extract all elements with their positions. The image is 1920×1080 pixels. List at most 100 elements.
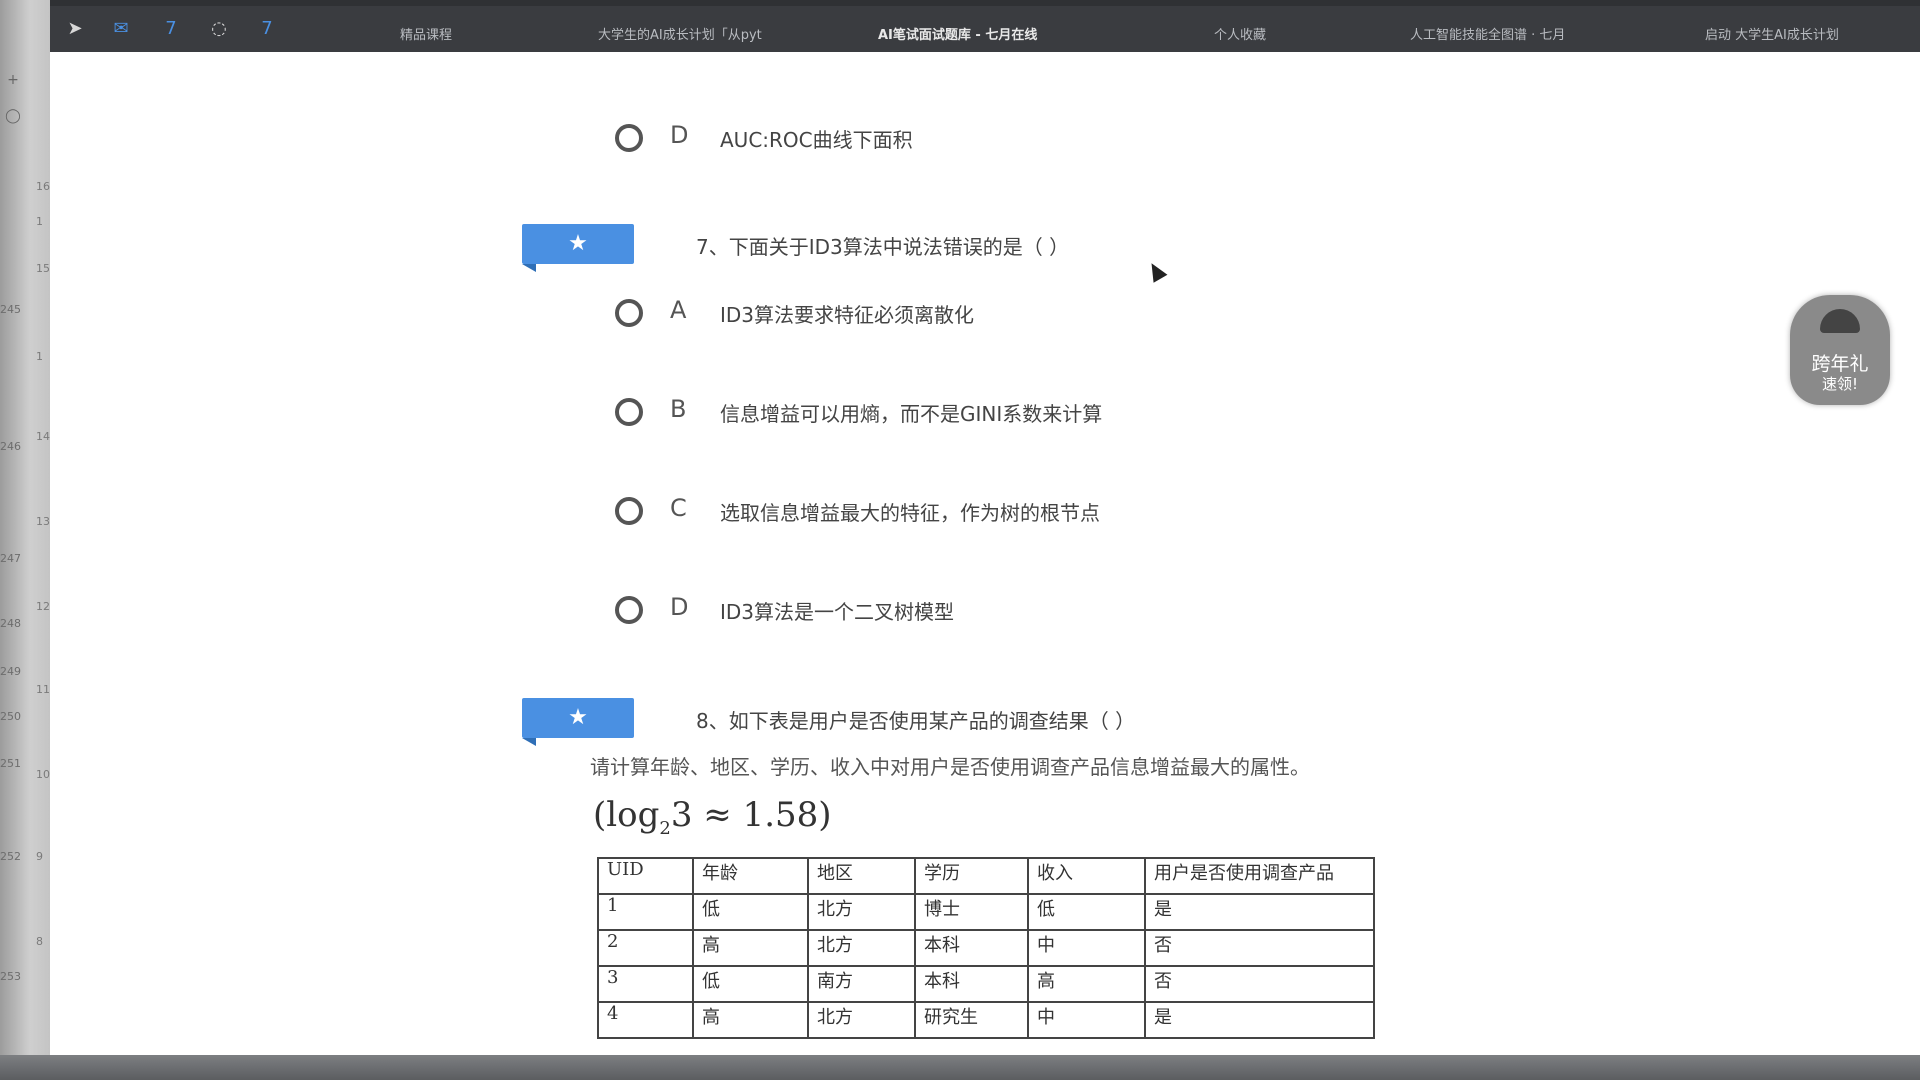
option-letter: D [670, 593, 689, 621]
q7-option-d[interactable]: D ID3算法是一个二叉树模型 [615, 593, 1315, 627]
mascot-icon [1820, 309, 1860, 333]
option-letter: D [670, 121, 689, 149]
ruler-number: 253 [0, 970, 21, 983]
ruler-number: 249 [0, 665, 21, 678]
radio-button[interactable] [615, 398, 643, 426]
bookmark-item[interactable]: 大学生的AI成长计划「从pyt [598, 24, 762, 43]
q6-option-d[interactable]: D AUC:ROC曲线下面积 [615, 121, 1115, 155]
promo-line-1: 跨年礼 [1811, 353, 1869, 375]
bookmark-item[interactable]: 人工智能技能全图谱 · 七月 [1410, 24, 1565, 43]
q7-option-b[interactable]: B 信息增益可以用熵，而不是GINI系数来计算 [615, 395, 1315, 429]
bookmark-item[interactable]: 个人收藏 [1214, 24, 1266, 43]
option-letter: C [670, 494, 687, 522]
star-icon: ★ [568, 705, 588, 730]
table-header-row: UID 年龄 地区 学历 收入 用户是否使用调查产品 [597, 857, 1375, 895]
table-cell: 3 [597, 965, 694, 1003]
ruler-number: 247 [0, 552, 21, 565]
table-cell: 低 [692, 965, 809, 1003]
tab-strip-edge [50, 0, 1920, 6]
table-header: 年龄 [692, 857, 809, 895]
radio-button[interactable] [615, 497, 643, 525]
table-header: 用户是否使用调查产品 [1144, 857, 1375, 895]
ruler-small-number: 11 [36, 683, 50, 696]
table-header: UID [597, 857, 694, 895]
table-cell: 北方 [807, 1001, 916, 1039]
left-ruler: + ◯ 245 246 247 248 249 250 251 252 253 … [0, 0, 50, 1080]
ruler-small-number: 9 [36, 850, 43, 863]
bookmark-item[interactable]: 精品课程 [400, 24, 452, 43]
ruler-number: 250 [0, 710, 21, 723]
question-title: 8、如下表是用户是否使用某产品的调查结果（ ） [696, 709, 1136, 733]
table-cell: 2 [597, 929, 694, 967]
table-cell: 是 [1144, 1001, 1375, 1039]
log-formula: (log23 ≈ 1.58) [593, 795, 832, 839]
bottom-status-bar [0, 1055, 1920, 1080]
table-cell: 否 [1144, 965, 1375, 1003]
table-header: 收入 [1027, 857, 1146, 895]
table-row: 3 低 南方 本科 高 否 [597, 965, 1375, 1003]
radio-button[interactable] [615, 299, 643, 327]
ruler-number: 248 [0, 617, 21, 630]
mail-icon[interactable]: ✉ [110, 18, 132, 40]
radio-button[interactable] [615, 124, 643, 152]
table-cell: 1 [597, 893, 694, 931]
ruler-number: 245 [0, 303, 21, 316]
table-cell: 高 [692, 929, 809, 967]
option-text: AUC:ROC曲线下面积 [720, 128, 913, 152]
cursor-icon[interactable]: ➤ [64, 18, 86, 40]
plus-icon[interactable]: + [4, 72, 22, 90]
table-cell: 中 [1027, 929, 1146, 967]
table-cell: 北方 [807, 929, 916, 967]
question-title: 7、下面关于ID3算法中说法错误的是（ ） [696, 235, 1070, 259]
ruler-small-number: 13 [36, 515, 50, 528]
ruler-small-number: 1 [36, 215, 43, 228]
ruler-small-number: 12 [36, 600, 50, 613]
formula-suffix: 3 ≈ 1.58) [670, 795, 832, 835]
promo-badge[interactable]: 跨年礼 速领! [1790, 295, 1890, 405]
table-cell: 中 [1027, 1001, 1146, 1039]
star-icon: ★ [568, 231, 588, 256]
table-row: 4 高 北方 研究生 中 是 [597, 1001, 1375, 1039]
seven-icon-2[interactable]: 7 [256, 18, 278, 40]
zoom-icon[interactable]: ◯ [4, 108, 22, 126]
ruler-number: 246 [0, 440, 21, 453]
table-cell: 北方 [807, 893, 916, 931]
option-text: ID3算法是一个二叉树模型 [720, 600, 955, 624]
promo-line-2: 速领! [1821, 375, 1858, 393]
favorite-tag-q8[interactable]: ★ [522, 698, 634, 738]
table-cell: 低 [1027, 893, 1146, 931]
ruler-small-number: 1 [36, 350, 43, 363]
option-letter: A [670, 296, 687, 324]
option-text: ID3算法要求特征必须离散化 [720, 303, 975, 327]
ruler-small-number: 8 [36, 935, 43, 948]
q7-option-c[interactable]: C 选取信息增益最大的特征，作为树的根节点 [615, 494, 1315, 528]
table-cell: 本科 [914, 929, 1029, 967]
loading-icon[interactable]: ◌ [208, 18, 230, 40]
ruler-small-number: 10 [36, 768, 50, 781]
table-row: 2 高 北方 本科 中 否 [597, 929, 1375, 967]
ruler-small-number: 16 [36, 180, 50, 193]
table-cell: 本科 [914, 965, 1029, 1003]
option-text: 信息增益可以用熵，而不是GINI系数来计算 [720, 402, 1103, 426]
table-cell: 低 [692, 893, 809, 931]
table-cell: 研究生 [914, 1001, 1029, 1039]
favorite-tag-q7[interactable]: ★ [522, 224, 634, 264]
seven-icon[interactable]: 7 [160, 18, 182, 40]
radio-button[interactable] [615, 596, 643, 624]
bookmark-item-active[interactable]: AI笔试面试题库 - 七月在线 [878, 24, 1037, 43]
table-cell: 高 [692, 1001, 809, 1039]
table-cell: 博士 [914, 893, 1029, 931]
bookmark-item[interactable]: 启动 大学生AI成长计划 [1705, 24, 1839, 43]
table-cell: 否 [1144, 929, 1375, 967]
table-header: 学历 [914, 857, 1029, 895]
table-cell: 高 [1027, 965, 1146, 1003]
bookmark-bar: ➤ ✉ 7 ◌ 7 精品课程 大学生的AI成长计划「从pyt AI笔试面试题库 … [50, 0, 1920, 52]
ruler-small-number: 15 [36, 262, 50, 275]
formula-subscript: 2 [659, 817, 671, 839]
formula-prefix: (log [593, 795, 660, 835]
table-cell: 4 [597, 1001, 694, 1039]
table-cell: 南方 [807, 965, 916, 1003]
option-letter: B [670, 395, 687, 423]
ruler-small-number: 14 [36, 430, 50, 443]
q7-option-a[interactable]: A ID3算法要求特征必须离散化 [615, 296, 1315, 330]
